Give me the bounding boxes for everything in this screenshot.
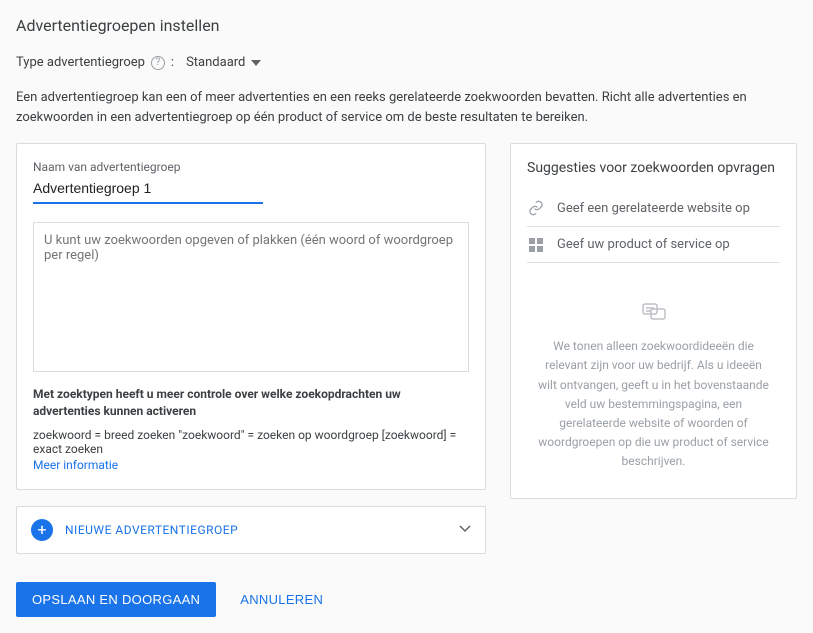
link-icon	[527, 200, 545, 216]
cancel-button[interactable]: ANNULEREN	[232, 582, 331, 617]
grid-icon	[527, 238, 545, 252]
type-label: Type advertentiegroep	[16, 55, 145, 70]
matchtype-note: Met zoektypen heeft u meer controle over…	[33, 386, 469, 420]
name-label: Naam van advertentiegroep	[33, 160, 469, 174]
suggestions-empty-state: We tonen alleen zoekwoordideeën die rele…	[527, 263, 780, 482]
suggestions-title: Suggesties voor zoekwoorden opvragen	[527, 160, 780, 176]
help-icon[interactable]: ?	[151, 56, 165, 70]
keywords-textarea[interactable]	[33, 222, 469, 372]
suggestions-card: Suggesties voor zoekwoorden opvragen Gee…	[510, 143, 797, 499]
ad-group-name-input[interactable]	[33, 176, 263, 204]
page-title: Advertentiegroepen instellen	[16, 16, 797, 35]
suggestion-website-row[interactable]: Geef een gerelateerde website op	[527, 190, 780, 227]
suggestion-product-row[interactable]: Geef uw product of service op	[527, 227, 780, 263]
type-value: Standaard	[186, 55, 245, 70]
actions-row: OPSLAAN EN DOORGAAN ANNULEREN	[16, 582, 797, 617]
more-info-link[interactable]: Meer informatie	[33, 458, 118, 472]
intro-text: Een advertentiegroep kan een of meer adv…	[16, 88, 797, 127]
chat-icon	[537, 303, 770, 329]
chevron-down-icon	[251, 60, 261, 66]
suggestion-website-label: Geef een gerelateerde website op	[557, 201, 750, 216]
ad-group-type-select[interactable]: Standaard	[180, 51, 267, 74]
ad-group-type-row: Type advertentiegroep ? : Standaard	[16, 51, 797, 74]
save-and-continue-button[interactable]: OPSLAAN EN DOORGAAN	[16, 582, 216, 617]
matchtype-examples: zoekwoord = breed zoeken "zoekwoord" = z…	[33, 428, 469, 456]
suggestions-empty-text: We tonen alleen zoekwoordideeën die rele…	[537, 337, 770, 471]
ad-group-card: Naam van advertentiegroep Met zoektypen …	[16, 143, 486, 490]
type-colon: :	[171, 55, 174, 70]
suggestion-product-label: Geef uw product of service op	[557, 237, 730, 252]
